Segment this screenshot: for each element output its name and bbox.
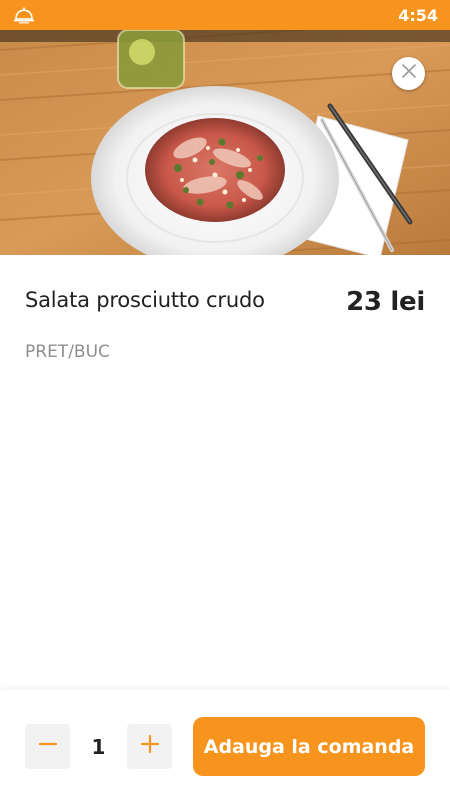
bell-icon xyxy=(12,5,36,25)
close-icon xyxy=(401,63,417,84)
increase-quantity-button[interactable] xyxy=(127,724,172,769)
status-time: 4:54 xyxy=(398,5,438,25)
plus-icon xyxy=(140,734,160,759)
product-price: 23 lei xyxy=(346,287,425,317)
minus-icon xyxy=(38,734,58,759)
product-name: Salata prosciutto crudo xyxy=(25,288,265,312)
decrease-quantity-button[interactable] xyxy=(25,724,70,769)
add-to-order-button[interactable]: Adauga la comanda xyxy=(193,717,425,776)
close-button[interactable] xyxy=(392,57,425,90)
status-bar: 4:54 xyxy=(0,0,450,30)
product-photo xyxy=(0,30,450,255)
quantity-value: 1 xyxy=(91,734,106,759)
price-unit-label: PRET/BUC xyxy=(25,342,110,362)
